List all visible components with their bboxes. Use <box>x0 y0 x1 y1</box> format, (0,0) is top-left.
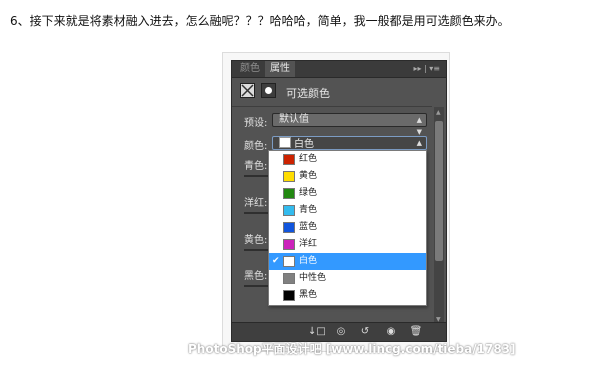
article-heading: 6、接下来就是将素材融入进去，怎么融呢？？？哈哈哈，简单，我一般都是用可选颜色来… <box>10 14 510 28</box>
dropdown-item[interactable]: ✔ 白色 <box>269 253 426 270</box>
panel-tab-bar: 颜色 属性 ▸▸ | ▾≡ <box>232 61 446 78</box>
tab-properties[interactable]: 属性 <box>265 61 295 77</box>
dropdown-item-label: 黑色 <box>299 290 318 300</box>
header-divider <box>232 106 432 107</box>
tab-color[interactable]: 颜色 <box>235 61 265 77</box>
preset-value: 默认值 <box>279 114 309 125</box>
color-swatch-icon <box>283 239 295 250</box>
magenta-slider-label: 洋红: <box>244 198 268 209</box>
clip-to-layer-icon[interactable]: ↓□ <box>308 326 326 338</box>
colors-dropdown-menu: 红色黄色绿色青色蓝色洋红 ✔ 白色中性色黑色 <box>268 150 427 306</box>
black-slider-label: 黑色: <box>244 271 268 282</box>
dropdown-item-label: 洋红 <box>299 239 318 249</box>
layer-mask-icon[interactable] <box>261 83 276 98</box>
dropdown-item-label: 绿色 <box>299 188 318 198</box>
adjustment-layer-icon[interactable] <box>240 83 255 98</box>
color-swatch-icon <box>283 273 295 284</box>
panel-scrollbar[interactable]: ▲ ▼ <box>434 107 444 325</box>
dropdown-item-label: 白色 <box>299 256 318 266</box>
color-swatch-icon <box>283 188 295 199</box>
dropdown-item-label: 蓝色 <box>299 222 318 232</box>
scroll-thumb[interactable] <box>435 121 443 261</box>
dropdown-item[interactable]: 黑色 <box>269 287 426 304</box>
dropdown-item[interactable]: 中性色 <box>269 270 426 287</box>
cyan-slider-label: 青色: <box>244 161 268 172</box>
dropdown-item-label: 红色 <box>299 154 318 164</box>
preset-label: 预设: <box>244 118 268 129</box>
colors-value: 白色 <box>294 139 314 150</box>
dropdown-item-label: 青色 <box>299 205 318 215</box>
watermark-text: PhotoShop平面设计吧 [www.lincg.com/tieba/1783… <box>188 342 516 356</box>
view-previous-state-icon[interactable]: ◎ <box>334 326 348 338</box>
color-swatch-icon <box>283 171 295 182</box>
delete-trash-icon[interactable]: 🗑 <box>409 326 423 338</box>
white-swatch-icon <box>279 137 291 148</box>
dropdown-item[interactable]: 绿色 <box>269 185 426 202</box>
checkmark-icon: ✔ <box>272 256 280 266</box>
panel-bottom-bar: ↓□ ◎ ↺ ◉ 🗑 <box>232 322 446 341</box>
preset-select[interactable]: 默认值 ▲ ▼ <box>272 113 427 136</box>
colors-select[interactable]: 白色 ▲▼ <box>272 136 427 159</box>
dropdown-item-label: 中性色 <box>299 273 327 283</box>
select-arrow-icon: ▲▼ <box>416 116 422 136</box>
color-swatch-icon <box>283 290 295 301</box>
color-swatch-icon <box>283 205 295 216</box>
reset-icon[interactable]: ↺ <box>358 326 372 338</box>
dropdown-item[interactable]: 洋红 <box>269 236 426 253</box>
panel-menu-icon[interactable]: ▸▸ | ▾≡ <box>413 61 440 77</box>
color-swatch-icon <box>283 222 295 233</box>
color-swatch-icon <box>283 154 295 165</box>
dropdown-item[interactable]: 黄色 <box>269 168 426 185</box>
color-swatch-icon <box>283 256 295 267</box>
dropdown-item-label: 黄色 <box>299 171 318 181</box>
scroll-up-icon[interactable]: ▲ <box>436 109 441 116</box>
panel-title: 可选颜色 <box>286 87 330 100</box>
dropdown-item[interactable]: 蓝色 <box>269 219 426 236</box>
yellow-slider-label: 黄色: <box>244 235 268 246</box>
dropdown-item[interactable]: 青色 <box>269 202 426 219</box>
colors-label: 颜色: <box>244 141 268 152</box>
visibility-eye-icon[interactable]: ◉ <box>384 326 398 338</box>
dropdown-item[interactable]: 红色 <box>269 151 426 168</box>
